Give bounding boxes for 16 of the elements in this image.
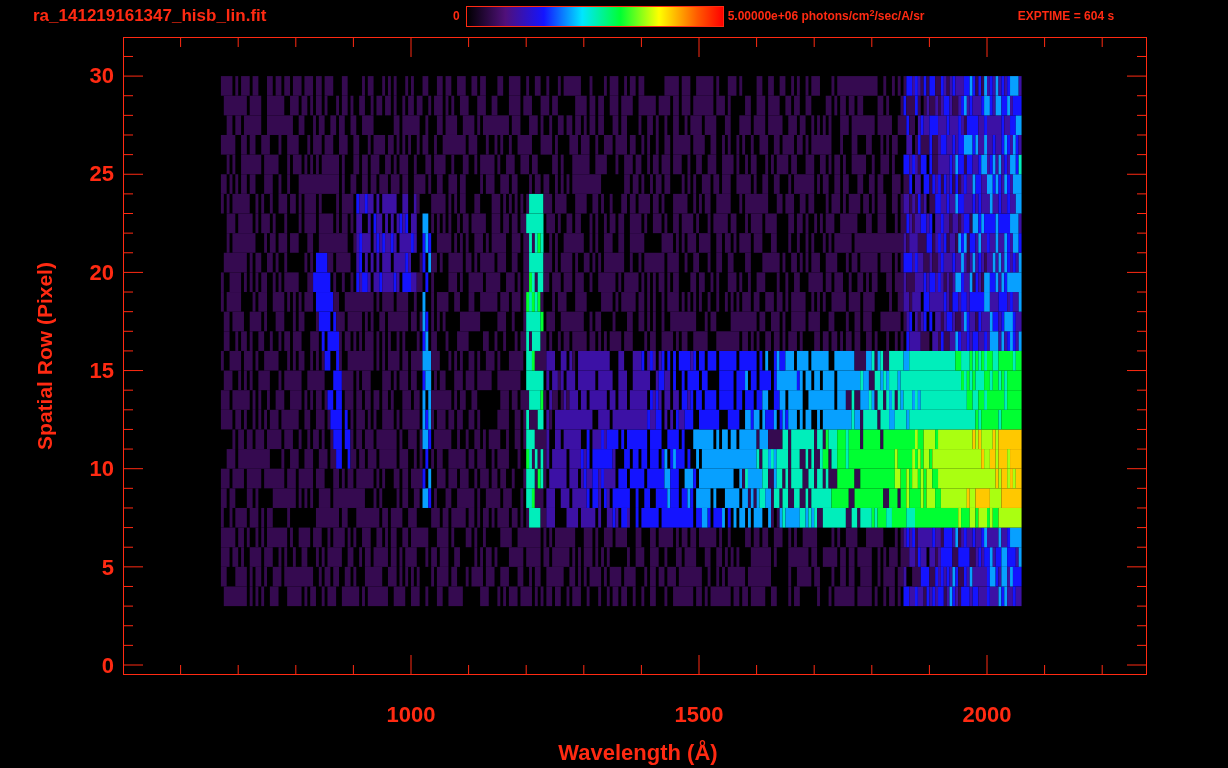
- x-axis-title: Wavelength (Å): [558, 739, 718, 767]
- file-title: ra_141219161347_hisb_lin.fit: [33, 5, 268, 28]
- y-tick-label: 30: [89, 62, 114, 90]
- y-tick-label: 25: [89, 160, 114, 189]
- x-tick-label: 1000: [385, 701, 437, 729]
- x-tick-label: 1500: [673, 701, 725, 729]
- y-axis-title: Spatial Row (Pixel): [33, 262, 57, 450]
- y-tick-label: 0: [101, 651, 114, 680]
- colorbar-max-label: 5.00000e+06 photons/cm$^{2}$/sec/A/sr: [727, 7, 926, 25]
- y-tick-label: 5: [101, 553, 114, 582]
- y-tick-label: 10: [89, 455, 114, 484]
- exposure-time: EXPTIME = 604 s: [1017, 8, 1115, 25]
- y-tick-label: 20: [89, 258, 114, 287]
- y-tick-label: 15: [89, 357, 114, 385]
- x-tick-label: 2000: [961, 701, 1013, 729]
- colorbar-min-label: 0: [453, 8, 460, 25]
